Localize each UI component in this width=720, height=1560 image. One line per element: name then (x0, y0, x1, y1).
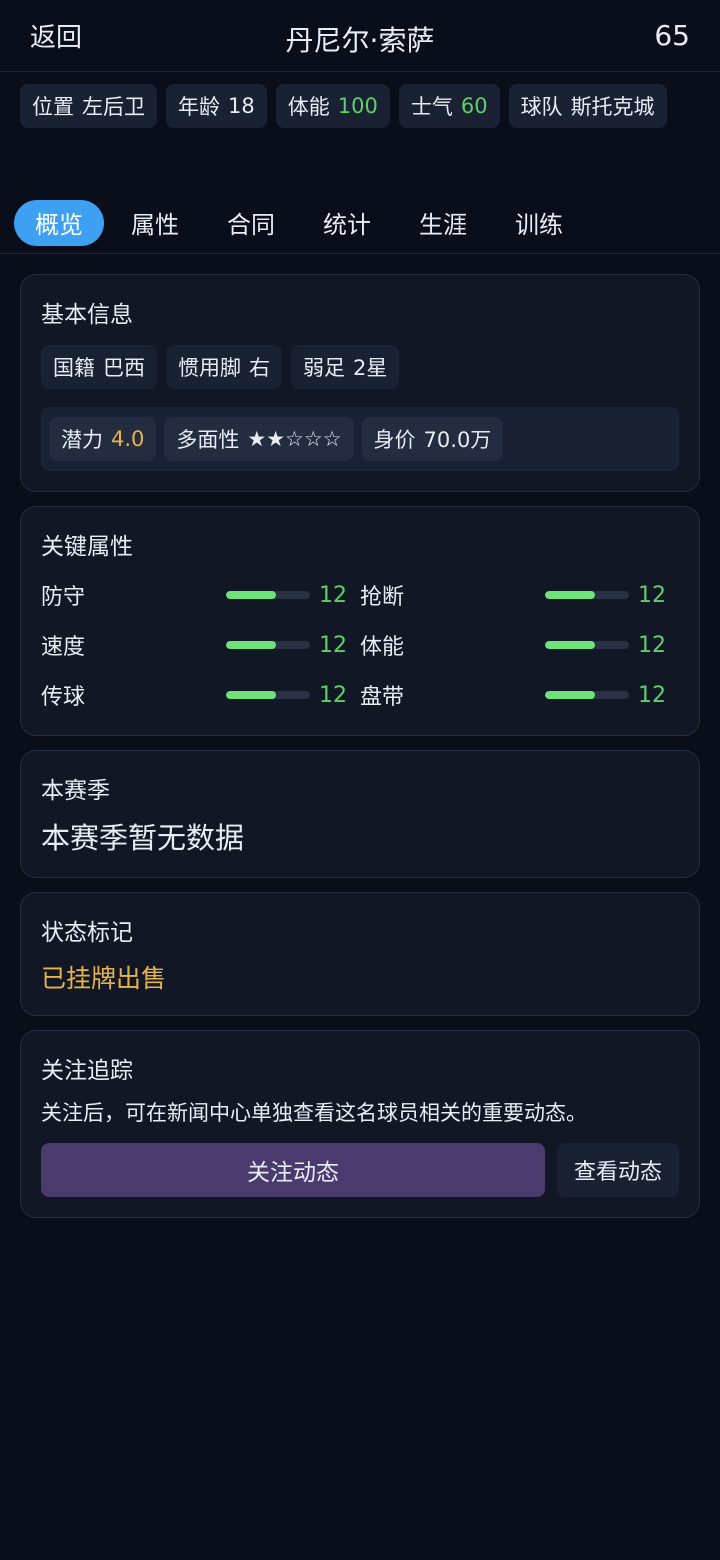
attribute-row: 防守 12 (41, 581, 360, 611)
status-card: 状态标记 已挂牌出售 (20, 892, 700, 1016)
chip-label: 身价 (373, 428, 416, 452)
nationality-chip: 国籍 巴西 (41, 345, 157, 389)
attribute-value: 12 (319, 582, 347, 608)
versatility-stars: ★★☆☆☆ (247, 427, 342, 451)
tab-career[interactable]: 生涯 (398, 200, 488, 246)
chip-value: 100 (337, 94, 378, 118)
attribute-bar-fill (226, 691, 277, 699)
chip-label: 球队 (520, 95, 563, 119)
tab-bar: 概览 属性 合同 统计 生涯 训练 (0, 192, 720, 254)
card-title: 本赛季 (41, 778, 110, 804)
attribute-name: 体能 (360, 635, 405, 660)
attribute-value: 12 (638, 682, 666, 708)
card-title: 关键属性 (41, 534, 133, 560)
chip-label: 弱足 (303, 356, 345, 380)
chip-value: 2星 (353, 356, 388, 380)
player-name: 丹尼尔·索萨 (285, 24, 435, 57)
attribute-value: 12 (319, 682, 347, 708)
chip-label: 士气 (410, 95, 453, 119)
attribute-grid: 防守 12 抢断 12 速度 12 体能 12 传球 12 盘带 12 (41, 581, 679, 711)
card-title: 关注追踪 (41, 1058, 133, 1084)
chip-label: 惯用脚 (178, 356, 241, 380)
key-attributes-card: 关键属性 防守 12 抢断 12 速度 12 体能 12 传球 12 盘带 12 (20, 506, 700, 736)
tab-overview[interactable]: 概览 (14, 199, 104, 246)
attribute-row: 传球 12 (41, 681, 360, 711)
player-summary-chips: 位置 左后卫 年龄 18 体能 100 士气 60 球队 斯托克城 (0, 72, 720, 200)
follow-button[interactable]: 关注动态 (41, 1143, 545, 1197)
chip-value: 左后卫 (82, 95, 145, 119)
potential-chip: 潜力 4.0 (49, 417, 157, 461)
top-bar: 返回 丹尼尔·索萨 65 (0, 0, 720, 72)
chip-value: 4.0 (111, 427, 145, 451)
season-card: 本赛季 本赛季暂无数据 (20, 750, 700, 878)
attribute-bar (545, 591, 629, 599)
chip-label: 体能 (287, 95, 330, 119)
attribute-value: 12 (319, 632, 347, 658)
versatility-chip: 多面性 ★★☆☆☆ (164, 417, 354, 461)
tab-training[interactable]: 训练 (494, 200, 584, 246)
attribute-row: 抢断 12 (360, 581, 679, 611)
follow-card: 关注追踪 关注后，可在新闻中心单独查看这名球员相关的重要动态。 关注动态 查看动… (20, 1030, 700, 1218)
chip-label: 年龄 (178, 95, 220, 119)
attribute-row: 盘带 12 (360, 681, 679, 711)
tab-contract[interactable]: 合同 (206, 200, 296, 246)
attribute-bar (226, 691, 310, 699)
attribute-bar-fill (545, 591, 596, 599)
attribute-bar-fill (545, 641, 596, 649)
card-title: 状态标记 (41, 920, 133, 946)
potential-panel: 潜力 4.0 多面性 ★★☆☆☆ 身价 70.0万 (41, 407, 679, 471)
card-title: 基本信息 (41, 302, 133, 328)
age-chip: 年龄 18 (166, 84, 267, 128)
chip-label: 多面性 (176, 428, 240, 452)
attribute-bar (545, 641, 629, 649)
preferred-foot-chip: 惯用脚 右 (166, 345, 282, 389)
tab-stats[interactable]: 统计 (302, 200, 392, 246)
attribute-name: 传球 (41, 685, 86, 710)
position-chip: 位置 左后卫 (20, 84, 157, 128)
back-button[interactable]: 返回 (30, 17, 82, 54)
attribute-bar-fill (226, 591, 277, 599)
chip-value: 18 (228, 94, 255, 118)
attribute-name: 盘带 (360, 685, 405, 710)
attribute-name: 抢断 (360, 585, 405, 610)
attribute-bar (226, 641, 310, 649)
attribute-bar (226, 591, 310, 599)
chip-value: 右 (249, 356, 270, 380)
attribute-row: 体能 12 (360, 631, 679, 661)
chip-value: 斯托克城 (570, 95, 655, 119)
chip-label: 潜力 (61, 428, 103, 452)
attribute-bar-fill (226, 641, 277, 649)
chip-value: 70.0万 (423, 428, 492, 452)
view-updates-button[interactable]: 查看动态 (557, 1143, 679, 1197)
morale-chip: 士气 60 (398, 84, 500, 128)
market-value-chip: 身价 70.0万 (361, 417, 504, 461)
chip-value: 巴西 (103, 356, 145, 380)
fitness-chip: 体能 100 (275, 84, 390, 128)
attribute-value: 12 (638, 582, 666, 608)
chip-label: 位置 (32, 95, 74, 119)
basic-info-card: 基本信息 国籍 巴西 惯用脚 右 弱足 2星 潜力 4.0 多面性 ★★☆☆☆ … (20, 274, 700, 492)
chip-value: 60 (460, 94, 488, 118)
attribute-bar (545, 691, 629, 699)
follow-description: 关注后，可在新闻中心单独查看这名球员相关的重要动态。 (41, 1101, 587, 1125)
season-empty-text: 本赛季暂无数据 (41, 821, 245, 855)
attribute-name: 防守 (41, 585, 86, 610)
attribute-row: 速度 12 (41, 631, 360, 661)
player-rating: 65 (654, 19, 690, 52)
attribute-bar-fill (545, 691, 596, 699)
chip-label: 国籍 (53, 356, 95, 380)
attribute-value: 12 (638, 632, 666, 658)
status-text: 已挂牌出售 (41, 964, 167, 993)
weak-foot-chip: 弱足 2星 (291, 345, 400, 389)
tab-attributes[interactable]: 属性 (110, 200, 200, 246)
attribute-name: 速度 (41, 635, 86, 660)
team-chip: 球队 斯托克城 (508, 84, 667, 128)
